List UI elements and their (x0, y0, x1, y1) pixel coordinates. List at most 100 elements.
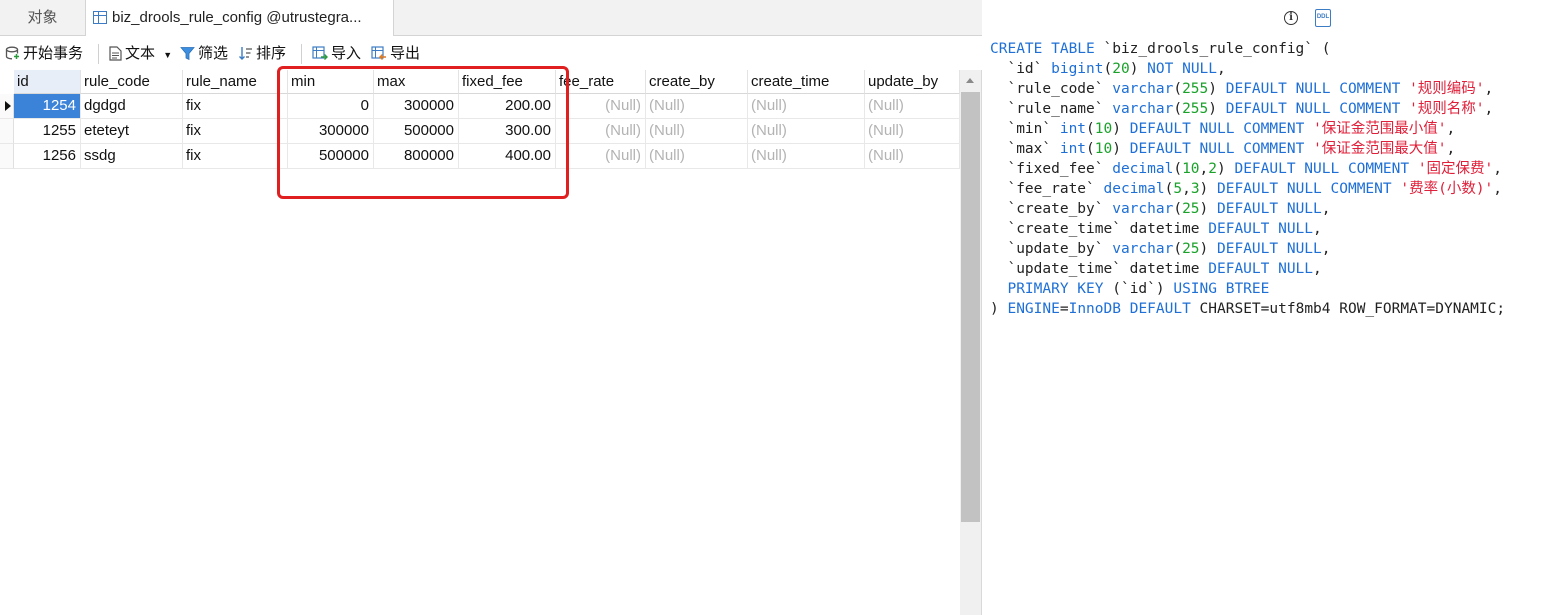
ddl-token: `max` (990, 141, 1060, 157)
ddl-icon[interactable]: DDL (1315, 9, 1331, 27)
ddl-token: `biz_drools_rule_config` ( (1094, 41, 1331, 57)
vertical-scrollbar[interactable] (960, 70, 981, 615)
document-icon (109, 45, 122, 61)
table-cell[interactable]: 500000 (374, 119, 459, 144)
table-cell[interactable]: (Null) (865, 119, 960, 144)
column-header-rule-code[interactable]: rule_code (81, 70, 183, 94)
table-cell[interactable]: (Null) (865, 144, 960, 169)
table-cell[interactable]: ssdg (81, 144, 183, 169)
table-cell[interactable]: eteteyt (81, 119, 183, 144)
toolbar-divider (301, 44, 302, 64)
ddl-token: `rule_code` (990, 81, 1113, 97)
table-cell[interactable]: (Null) (748, 144, 865, 169)
row-marker[interactable] (0, 144, 14, 169)
export-label: 导出 (390, 45, 421, 62)
import-button[interactable]: 导入 (312, 44, 361, 64)
ddl-token: ) (1217, 161, 1235, 177)
ddl-token: 10 (1094, 121, 1113, 137)
ddl-token: , (1321, 241, 1331, 257)
table-cell[interactable]: 500000 (288, 144, 374, 169)
table-cell[interactable]: 300.00 (459, 119, 556, 144)
scrollbar-thumb[interactable] (961, 92, 980, 522)
text-view-button[interactable]: 文本 ▼ (109, 44, 172, 64)
column-header-rule-name[interactable]: rule_name (183, 70, 288, 94)
ddl-token: InnoDB (1068, 301, 1121, 317)
table-cell[interactable]: fix (183, 144, 288, 169)
column-header-id[interactable]: id (14, 70, 81, 94)
table-cell[interactable]: (Null) (646, 94, 748, 119)
table-cell[interactable]: 0 (288, 94, 374, 119)
ddl-token: 10 (1182, 161, 1200, 177)
table-cell[interactable]: (Null) (865, 94, 960, 119)
ddl-line: `min` int(10) DEFAULT NULL COMMENT '保证金范… (990, 119, 1505, 139)
ddl-token: DEFAULT NULL COMMENT (1225, 101, 1401, 117)
ddl-line: `rule_code` varchar(255) DEFAULT NULL CO… (990, 79, 1505, 99)
ddl-token: `fee_rate` (990, 181, 1104, 197)
ddl-token: `update_by` (990, 241, 1113, 257)
ddl-token: ( (1173, 81, 1183, 97)
ddl-token: ) (1199, 181, 1218, 197)
table-cell[interactable]: 1254 (14, 94, 81, 119)
table-cell[interactable]: dgdgd (81, 94, 183, 119)
info-icon[interactable]: i (1284, 11, 1298, 25)
table-cell[interactable]: 1256 (14, 144, 81, 169)
table-cell[interactable]: (Null) (556, 119, 646, 144)
table-cell[interactable]: 200.00 (459, 94, 556, 119)
table-cell[interactable]: fix (183, 94, 288, 119)
ddl-line: `update_time` datetime DEFAULT NULL, (990, 259, 1505, 279)
table-cell[interactable]: (Null) (748, 94, 865, 119)
table-cell[interactable]: (Null) (646, 119, 748, 144)
ddl-token: , (1493, 181, 1503, 197)
tab-objects[interactable]: 对象 (0, 0, 86, 36)
begin-transaction-button[interactable]: 开始事务 (5, 44, 83, 64)
ddl-token: CREATE TABLE (990, 41, 1095, 57)
row-marker[interactable] (0, 119, 14, 144)
ddl-token: varchar (1112, 81, 1174, 97)
table-cell[interactable]: 1255 (14, 119, 81, 144)
ddl-token: bigint (1051, 61, 1104, 77)
column-header-fixed-fee[interactable]: fixed_fee (459, 70, 556, 94)
table-cell[interactable]: (Null) (646, 144, 748, 169)
ddl-token: DEFAULT NULL COMMENT (1234, 161, 1410, 177)
column-header-fee-rate[interactable]: fee_rate (556, 70, 646, 94)
ddl-token: , (1313, 221, 1322, 237)
ddl-token (1304, 121, 1313, 137)
table-icon (93, 11, 107, 24)
filter-button[interactable]: 筛选 (180, 44, 228, 64)
data-grid[interactable]: id rule_code rule_name min max fixed_fee… (0, 70, 960, 615)
ddl-token (1400, 81, 1409, 97)
sort-button[interactable]: 排序 (238, 44, 286, 64)
current-row-arrow-icon (5, 101, 11, 111)
ddl-line: PRIMARY KEY (`id`) USING BTREE (990, 279, 1505, 299)
ddl-token: '保证金范围最大值' (1313, 141, 1447, 157)
table-cell[interactable]: 300000 (288, 119, 374, 144)
table-cell[interactable]: (Null) (748, 119, 865, 144)
row-marker[interactable] (0, 94, 14, 119)
table-cell[interactable]: 400.00 (459, 144, 556, 169)
ddl-token: , (1484, 101, 1494, 117)
ddl-token: , (1493, 161, 1503, 177)
scroll-up-arrow-icon[interactable] (966, 78, 974, 83)
ddl-token: DEFAULT NULL (1208, 221, 1314, 237)
column-header-min[interactable]: min (288, 70, 374, 94)
table-cell[interactable]: 300000 (374, 94, 459, 119)
ddl-token: , (1182, 181, 1191, 197)
column-header-update-by[interactable]: update_by (865, 70, 960, 94)
ddl-token: ( (1173, 201, 1183, 217)
ddl-token: ( (1173, 241, 1183, 257)
table-cell[interactable]: (Null) (556, 144, 646, 169)
ddl-token: ( (1086, 141, 1095, 157)
ddl-token: DEFAULT (1129, 301, 1191, 317)
column-header-create-time[interactable]: create_time (748, 70, 865, 94)
table-cell[interactable]: fix (183, 119, 288, 144)
ddl-token: DEFAULT NULL (1208, 261, 1314, 277)
table-cell[interactable]: 800000 (374, 144, 459, 169)
tab-table-data[interactable]: biz_drools_rule_config @utrustegra... (86, 0, 394, 36)
column-header-create-by[interactable]: create_by (646, 70, 748, 94)
ddl-token: ( (1103, 61, 1113, 77)
export-button[interactable]: 导出 (371, 44, 420, 64)
ddl-token: , (1199, 161, 1209, 177)
column-header-max[interactable]: max (374, 70, 459, 94)
ddl-token: varchar (1112, 241, 1174, 257)
table-cell[interactable]: (Null) (556, 94, 646, 119)
